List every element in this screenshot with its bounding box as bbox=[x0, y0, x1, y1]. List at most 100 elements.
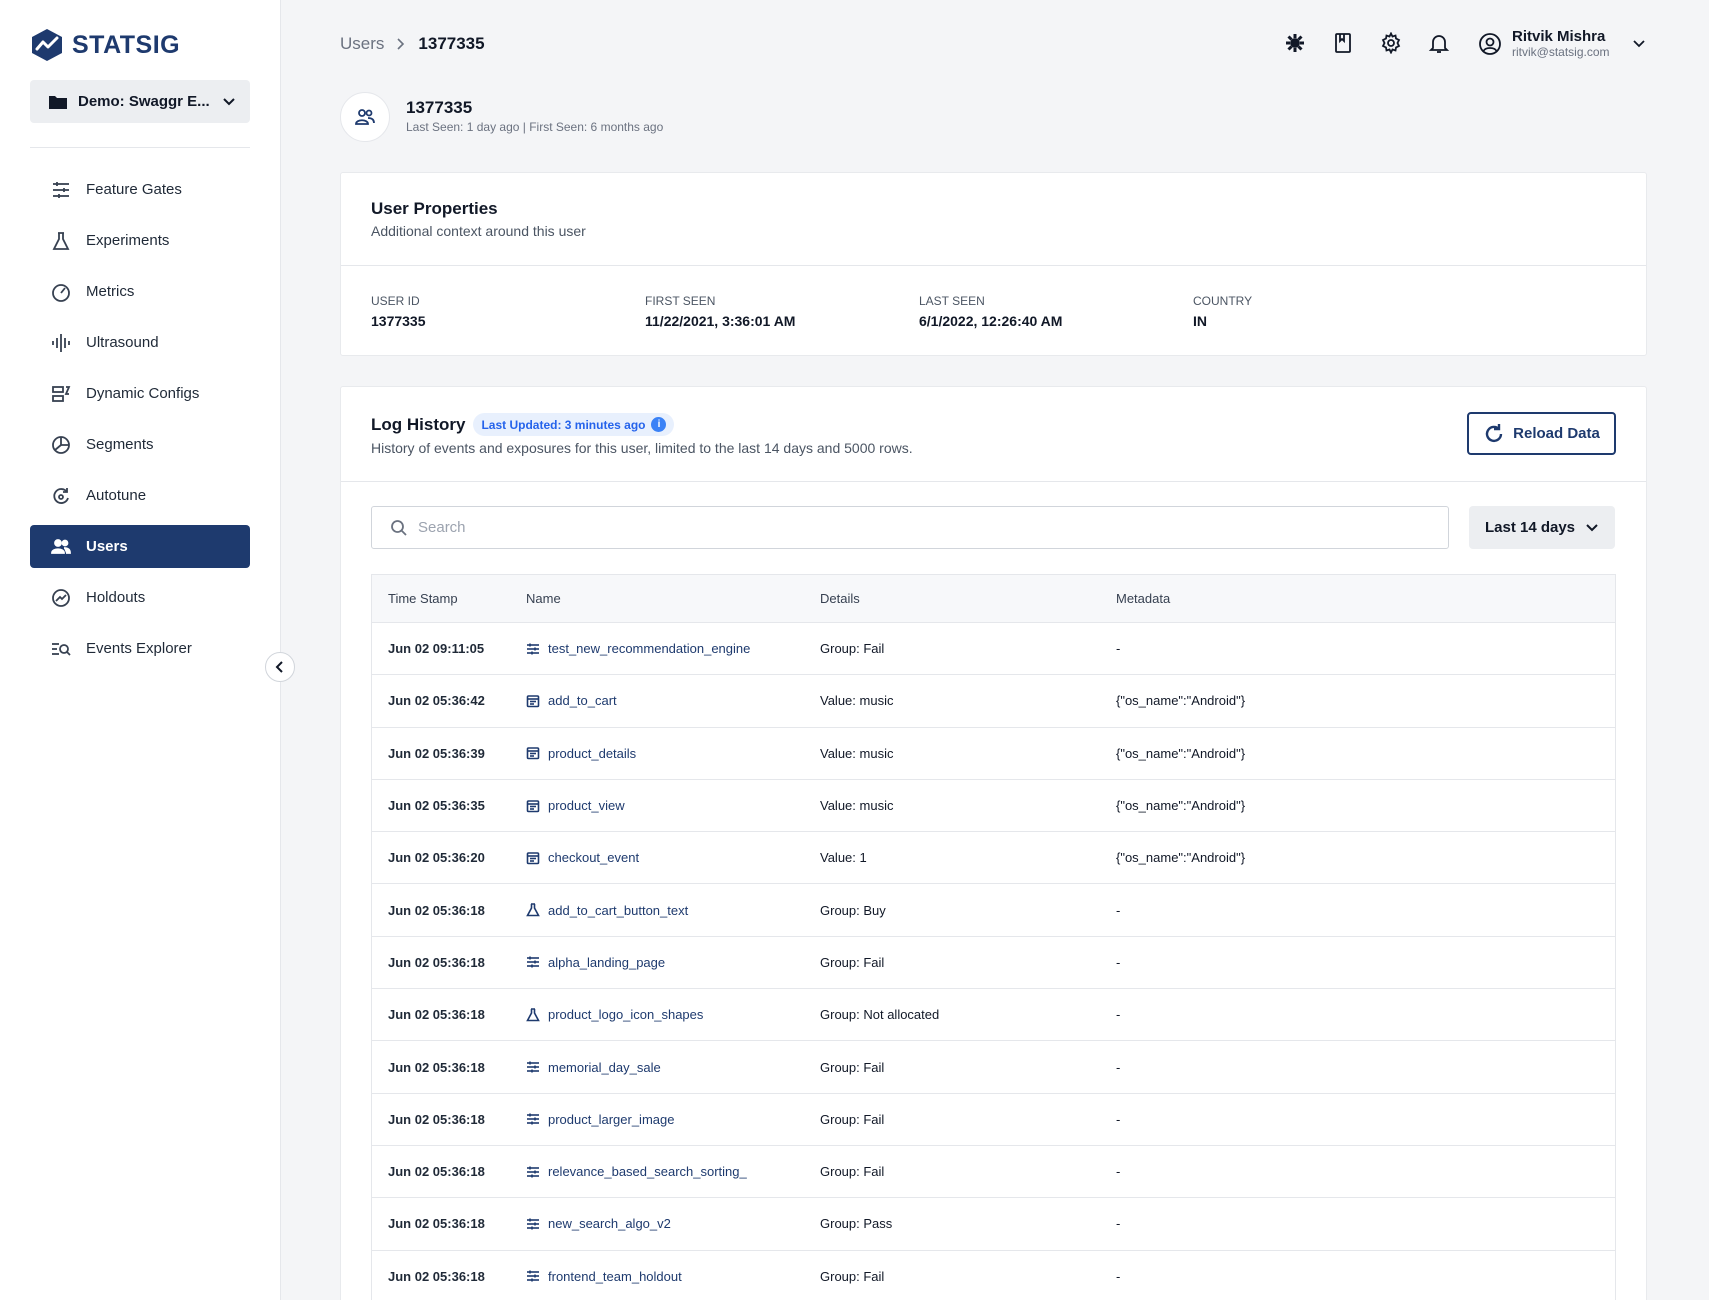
property-value: 11/22/2021, 3:36:01 AM bbox=[645, 313, 796, 329]
cell-details: Group: Fail bbox=[820, 1164, 885, 1180]
table-row[interactable]: Jun 02 05:36:18 alpha_landing_page Group: … bbox=[372, 937, 1615, 990]
header-icons bbox=[1284, 31, 1450, 55]
user-avatar-icon bbox=[1479, 32, 1501, 55]
cell-name-link[interactable]: product_larger_image bbox=[548, 1112, 674, 1127]
gear-icon[interactable] bbox=[1380, 31, 1402, 55]
bell-icon[interactable] bbox=[1428, 32, 1450, 54]
waveform-icon bbox=[50, 332, 72, 354]
cell-name-link[interactable]: product_details bbox=[548, 746, 636, 761]
cell-name: test_new_recommendation_engine bbox=[520, 641, 816, 656]
table-row[interactable]: Jun 02 05:36:42 add_to_cart Value: music {"… bbox=[372, 675, 1615, 728]
docs-book-icon[interactable] bbox=[1332, 32, 1354, 54]
table-row[interactable]: Jun 02 05:36:18 memorial_day_sale Group: F… bbox=[372, 1041, 1615, 1094]
user-name: Ritvik Mishra bbox=[1512, 28, 1606, 45]
table-row[interactable]: Jun 02 05:36:18 add_to_cart_button_text Gr… bbox=[372, 884, 1615, 937]
user-menu[interactable]: Ritvik Mishra ritvik@statsig.com bbox=[1478, 28, 1646, 59]
log-history-card: Log History Last Updated: 3 minutes ago … bbox=[340, 386, 1647, 1300]
segments-icon bbox=[50, 434, 72, 456]
table-row[interactable]: Jun 02 05:36:18 relevance_based_search_so… bbox=[372, 1146, 1615, 1199]
sidebar-item-autotune[interactable]: Autotune bbox=[30, 474, 250, 517]
cell-name: new_search_algo_v2 bbox=[520, 1216, 816, 1231]
cell-details: Value: music bbox=[820, 798, 894, 814]
sidebar-divider bbox=[30, 147, 250, 148]
cell-metadata: - bbox=[1116, 1111, 1121, 1127]
sidebar-item-holdouts[interactable]: Holdouts bbox=[30, 576, 250, 619]
sidebar-item-events-explorer[interactable]: Events Explorer bbox=[30, 627, 250, 670]
cell-name-link[interactable]: add_to_cart_button_text bbox=[548, 903, 688, 918]
chevron-right-icon bbox=[397, 38, 405, 50]
sidebar-item-segments[interactable]: Segments bbox=[30, 423, 250, 466]
column-header-name[interactable]: Name bbox=[520, 591, 816, 606]
column-header-metadata[interactable]: Metadata bbox=[1112, 591, 1615, 606]
event-icon bbox=[526, 746, 540, 760]
cell-timestamp: Jun 02 05:36:18 bbox=[388, 1007, 485, 1023]
collapse-sidebar-button[interactable] bbox=[265, 652, 295, 682]
table-row[interactable]: Jun 02 09:11:05 test_new_recommendation_e… bbox=[372, 623, 1615, 676]
sidebar-item-label: Ultrasound bbox=[86, 334, 159, 351]
search-input[interactable] bbox=[418, 519, 1448, 536]
cell-name-link[interactable]: product_view bbox=[548, 798, 625, 813]
cell-details: Group: Fail bbox=[820, 1268, 885, 1284]
sidebar-item-users[interactable]: Users bbox=[30, 525, 250, 568]
project-selector[interactable]: Demo: Swaggr E... bbox=[30, 80, 250, 123]
card-title: Log History bbox=[371, 414, 466, 434]
table-body: Jun 02 09:11:05 test_new_recommendation_e… bbox=[372, 623, 1615, 1300]
table-row[interactable]: Jun 02 05:36:18 product_logo_icon_shapes G… bbox=[372, 989, 1615, 1042]
property-value: 1377335 bbox=[371, 313, 426, 329]
properties-grid: USER ID 1377335 FIRST SEEN 11/22/2021, 3… bbox=[341, 266, 1646, 329]
table-row[interactable]: Jun 02 05:36:20 checkout_event Value: 1 {"o… bbox=[372, 832, 1615, 885]
sidebar-item-experiments[interactable]: Experiments bbox=[30, 219, 250, 262]
cell-name-link[interactable]: test_new_recommendation_engine bbox=[548, 641, 750, 656]
brand-name: STATSIG bbox=[72, 30, 181, 59]
column-header-details[interactable]: Details bbox=[816, 591, 1112, 606]
feature-gate-icon bbox=[526, 1060, 540, 1074]
date-range-dropdown[interactable]: Last 14 days bbox=[1469, 506, 1615, 549]
sidebar-item-metrics[interactable]: Metrics bbox=[30, 270, 250, 313]
cell-metadata: - bbox=[1116, 1216, 1121, 1232]
table-row[interactable]: Jun 02 05:36:18 frontend_team_holdout Grou… bbox=[372, 1251, 1615, 1300]
cell-details: Value: music bbox=[820, 745, 894, 761]
cell-name-link[interactable]: memorial_day_sale bbox=[548, 1060, 661, 1075]
cell-name-link[interactable]: checkout_event bbox=[548, 850, 639, 865]
project-name: Demo: Swaggr E... bbox=[78, 93, 210, 110]
cell-name-link[interactable]: add_to_cart bbox=[548, 693, 617, 708]
cell-timestamp: Jun 02 05:36:18 bbox=[388, 1216, 485, 1232]
sidebar-item-feature-gates[interactable]: Feature Gates bbox=[30, 168, 250, 211]
breadcrumb-users-link[interactable]: Users bbox=[340, 34, 384, 54]
cell-name-link[interactable]: relevance_based_search_sorting_ bbox=[548, 1164, 747, 1179]
table-row[interactable]: Jun 02 05:36:39 product_details Value: mus… bbox=[372, 728, 1615, 780]
search-box[interactable] bbox=[371, 506, 1449, 549]
column-header-timestamp[interactable]: Time Stamp bbox=[372, 591, 520, 606]
badge-text: Last Updated: 3 minutes ago bbox=[481, 417, 646, 432]
sidebar: STATSIG Demo: Swaggr E... Feature Gates … bbox=[0, 0, 295, 1300]
chevron-down-icon bbox=[1586, 523, 1598, 531]
statsig-logo[interactable]: STATSIG bbox=[30, 28, 180, 62]
cell-name-link[interactable]: alpha_landing_page bbox=[548, 955, 665, 970]
holdouts-icon bbox=[50, 587, 72, 609]
search-icon bbox=[391, 519, 407, 536]
property-country: COUNTRY IN bbox=[1193, 294, 1467, 329]
reload-data-button[interactable]: Reload Data bbox=[1467, 412, 1616, 455]
cell-metadata: {"os_name":"Android"} bbox=[1116, 745, 1246, 761]
cell-name-link[interactable]: product_logo_icon_shapes bbox=[548, 1007, 703, 1022]
table-row[interactable]: Jun 02 05:36:18 new_search_algo_v2 Group: … bbox=[372, 1198, 1615, 1251]
cell-metadata: - bbox=[1116, 641, 1121, 657]
cell-timestamp: Jun 02 09:11:05 bbox=[388, 641, 485, 657]
table-row[interactable]: Jun 02 05:36:18 product_larger_image Group… bbox=[372, 1094, 1615, 1146]
sidebar-item-dynamic-configs[interactable]: Dynamic Configs bbox=[30, 372, 250, 415]
sidebar-item-label: Feature Gates bbox=[86, 181, 182, 198]
cell-name-link[interactable]: new_search_algo_v2 bbox=[548, 1216, 671, 1231]
integrations-icon[interactable] bbox=[1284, 32, 1306, 54]
sidebar-item-ultrasound[interactable]: Ultrasound bbox=[30, 321, 250, 364]
cell-name-link[interactable]: frontend_team_holdout bbox=[548, 1269, 682, 1284]
property-label: FIRST SEEN bbox=[645, 294, 716, 308]
cell-name: alpha_landing_page bbox=[520, 955, 816, 970]
reload-data-label: Reload Data bbox=[1513, 425, 1600, 442]
info-icon[interactable]: i bbox=[651, 417, 667, 432]
cell-name: memorial_day_sale bbox=[520, 1060, 816, 1075]
cell-details: Group: Fail bbox=[820, 954, 885, 970]
cell-metadata: - bbox=[1116, 902, 1121, 918]
table-row[interactable]: Jun 02 05:36:35 product_view Value: music {… bbox=[372, 780, 1615, 833]
folder-icon bbox=[49, 95, 67, 109]
sidebar-item-label: Autotune bbox=[86, 487, 147, 504]
